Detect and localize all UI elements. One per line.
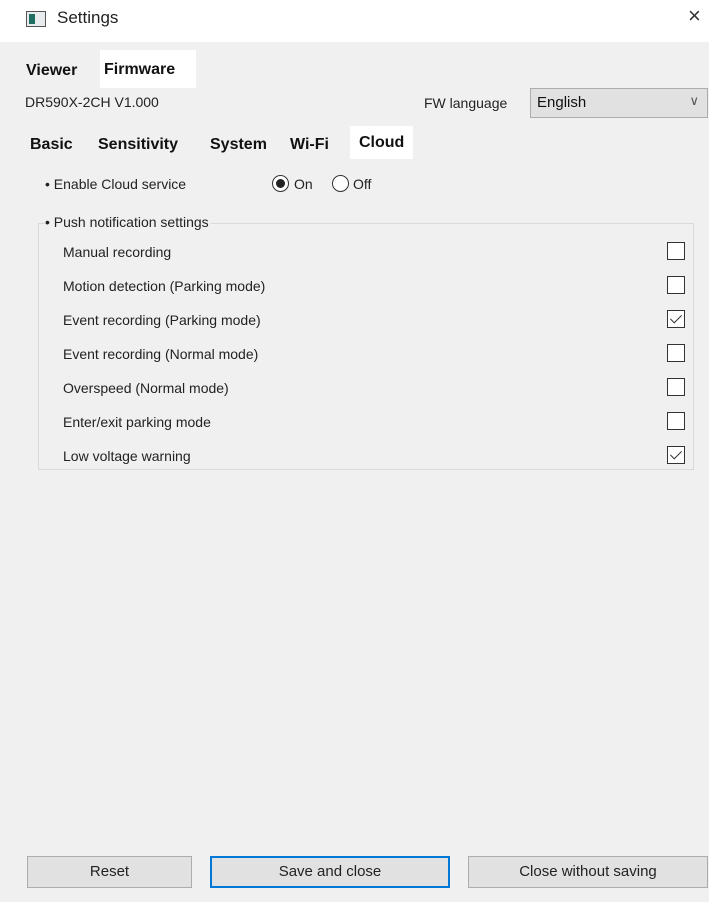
checkbox-overspeed[interactable] — [667, 378, 685, 396]
tab-cloud[interactable]: Cloud — [350, 126, 414, 160]
notif-label-motion-detection: Motion detection (Parking mode) — [63, 278, 266, 294]
tab-sensitivity[interactable]: Sensitivity — [93, 132, 183, 158]
checkbox-event-normal[interactable] — [667, 344, 685, 362]
reset-button[interactable]: Reset — [27, 856, 192, 888]
cloud-panel: • Enable Cloud service On Off • Push not… — [25, 159, 709, 824]
tab-system[interactable]: System — [205, 132, 272, 158]
fw-language-label: FW language — [424, 95, 508, 111]
tab-firmware[interactable]: Firmware — [100, 50, 196, 88]
fw-language-value: English — [537, 94, 587, 111]
notif-label-event-parking: Event recording (Parking mode) — [63, 312, 261, 328]
close-without-saving-button[interactable]: Close without saving — [468, 856, 708, 888]
close-icon[interactable]: × — [688, 5, 701, 27]
model-version: DR590X-2CH V1.000 — [25, 94, 159, 110]
notif-label-manual-recording: Manual recording — [63, 244, 172, 260]
checkbox-low-voltage[interactable] — [667, 446, 685, 464]
tab-basic[interactable]: Basic — [25, 132, 78, 158]
window-title: Settings — [57, 8, 119, 27]
notif-label-low-voltage: Low voltage warning — [63, 448, 191, 464]
cloud-on-label[interactable]: On — [294, 176, 313, 192]
settings-client-area: Viewer Firmware DR590X-2CH V1.000 FW lan… — [0, 42, 709, 902]
checkbox-manual-recording[interactable] — [667, 242, 685, 260]
notif-label-event-normal: Event recording (Normal mode) — [63, 346, 259, 362]
app-window-icon — [26, 11, 46, 27]
push-notification-label: • Push notification settings — [45, 214, 211, 230]
checkbox-motion-detection[interactable] — [667, 276, 685, 294]
checkbox-parking-enter-exit[interactable] — [667, 412, 685, 430]
fw-language-select[interactable]: English ∨ — [530, 88, 708, 118]
enable-cloud-label: • Enable Cloud service — [45, 176, 187, 192]
save-and-close-button[interactable]: Save and close — [210, 856, 450, 888]
cloud-off-label[interactable]: Off — [353, 176, 371, 192]
chevron-down-icon: ∨ — [689, 93, 699, 108]
tab-viewer[interactable]: Viewer — [22, 56, 81, 88]
cloud-on-radio[interactable] — [272, 175, 289, 192]
cloud-off-radio[interactable] — [332, 175, 349, 192]
checkbox-event-parking[interactable] — [667, 310, 685, 328]
tab-wifi[interactable]: Wi-Fi — [285, 132, 334, 158]
title-bar: Settings × — [0, 0, 709, 42]
notif-label-overspeed: Overspeed (Normal mode) — [63, 380, 229, 396]
notif-label-parking-enter-exit: Enter/exit parking mode — [63, 414, 211, 430]
